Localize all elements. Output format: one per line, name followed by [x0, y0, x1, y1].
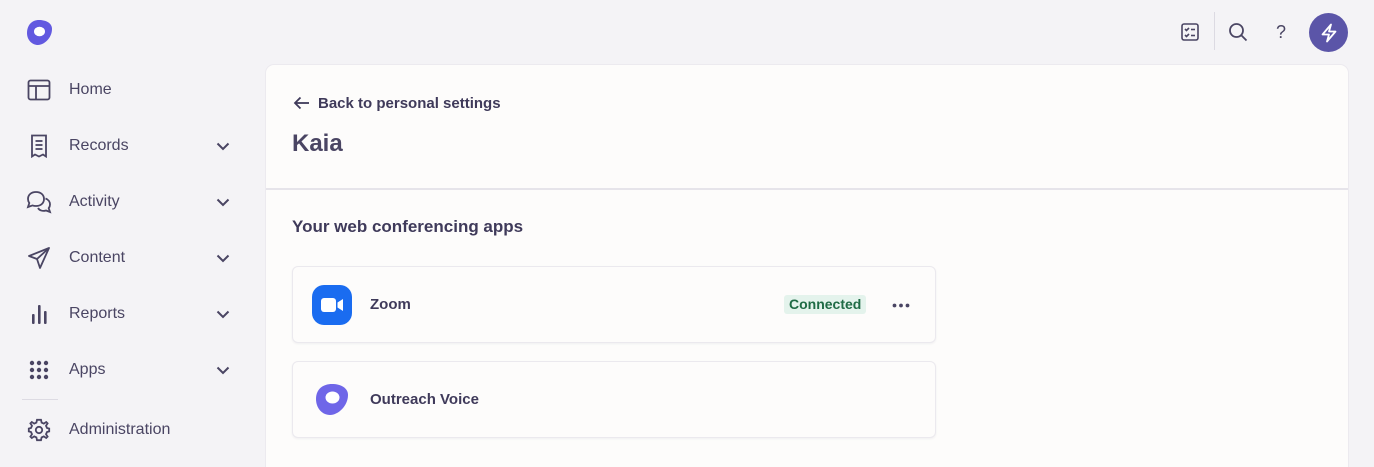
help-glyph: ? — [1275, 21, 1286, 42]
app-name: Outreach Voice — [370, 391, 479, 408]
app-name: Zoom — [370, 296, 411, 313]
bar-chart-icon — [26, 301, 52, 327]
app-card-outreach-voice[interactable]: Outreach Voice — [292, 361, 936, 438]
sidebar-item-administration[interactable]: Administration — [0, 406, 252, 454]
records-icon — [26, 133, 52, 159]
chevron-down-icon[interactable] — [214, 137, 232, 155]
chevron-down-icon[interactable] — [214, 361, 232, 379]
chevron-down-icon[interactable] — [214, 305, 232, 323]
sidebar-item-apps[interactable]: Apps — [0, 346, 252, 394]
page-title: Kaia — [292, 130, 343, 157]
home-layout-icon — [26, 77, 52, 103]
back-to-personal-settings-link[interactable]: Back to personal settings — [293, 93, 501, 113]
sidebar-item-label: Apps — [69, 361, 106, 378]
outreach-logo-icon[interactable] — [24, 18, 54, 48]
sidebar-item-activity[interactable]: Activity — [0, 178, 252, 226]
topbar-divider — [1214, 12, 1215, 50]
section-title: Your web conferencing apps — [292, 217, 524, 236]
sidebar-divider — [22, 399, 58, 400]
app-card-zoom[interactable]: Zoom Connected — [292, 266, 936, 343]
sidebar-item-label: Records — [69, 137, 129, 154]
sidebar-item-label: Home — [69, 81, 112, 98]
more-options-icon[interactable] — [889, 295, 913, 315]
search-icon[interactable] — [1224, 18, 1252, 46]
lightning-bolt-icon — [1321, 23, 1336, 42]
panel-divider — [266, 188, 1348, 190]
status-badge: Connected — [784, 295, 867, 314]
chevron-down-icon[interactable] — [214, 249, 232, 267]
chat-bubbles-icon — [26, 189, 52, 215]
chevron-down-icon[interactable] — [214, 193, 232, 211]
sidebar-item-home[interactable]: Home — [0, 66, 252, 114]
help-icon[interactable]: ? — [1267, 18, 1295, 46]
paper-plane-icon — [26, 245, 52, 271]
grid-dots-icon — [26, 357, 52, 383]
gear-icon — [26, 417, 52, 443]
back-link-label: Back to personal settings — [318, 94, 501, 112]
tasks-checklist-icon[interactable] — [1176, 18, 1204, 46]
sidebar-item-label: Content — [69, 249, 126, 266]
sidebar-item-content[interactable]: Content — [0, 234, 252, 282]
sidebar-item-reports[interactable]: Reports — [0, 290, 252, 338]
sidebar-item-label: Activity — [69, 193, 120, 210]
arrow-left-icon — [293, 96, 309, 110]
lightning-bolt-button[interactable] — [1309, 13, 1348, 52]
sidebar-item-label: Administration — [69, 421, 171, 438]
sidebar-item-label: Reports — [69, 305, 126, 322]
zoom-icon — [312, 285, 352, 325]
sidebar-item-records[interactable]: Records — [0, 122, 252, 170]
outreach-logo-icon — [312, 380, 352, 420]
